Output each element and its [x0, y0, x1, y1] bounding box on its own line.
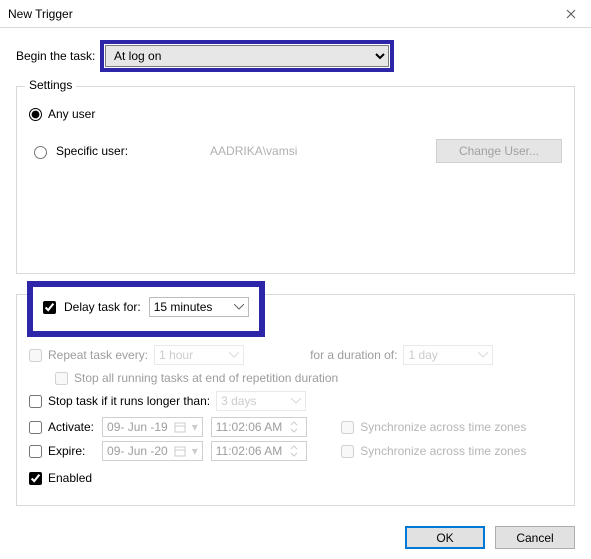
- stop-if-longer-label: Stop task if it runs longer than:: [48, 394, 210, 408]
- activate-checkbox[interactable]: [29, 421, 42, 434]
- begin-task-select[interactable]: At log on: [105, 45, 389, 67]
- activate-time-picker[interactable]: 11:02:06 AM: [211, 417, 308, 437]
- stop-if-longer-row: Stop task if it runs longer than: 3 days: [29, 391, 562, 411]
- ok-button[interactable]: OK: [405, 526, 485, 549]
- specific-user-value: AADRIKA\vamsi: [210, 144, 430, 158]
- expire-time-value: 11:02:06 AM: [216, 444, 283, 458]
- enabled-label: Enabled: [48, 471, 92, 485]
- stop-all-tasks-row: Stop all running tasks at end of repetit…: [55, 371, 562, 385]
- repeat-task-label: Repeat task every:: [48, 348, 148, 362]
- stop-all-tasks-checkbox[interactable]: [55, 372, 68, 385]
- close-button[interactable]: [551, 0, 591, 28]
- expire-sync-label: Synchronize across time zones: [360, 444, 526, 458]
- expire-time-picker[interactable]: 11:02:06 AM: [211, 441, 308, 461]
- advanced-settings-group: Delay task for: 15 minutes Repeat task e…: [16, 294, 575, 506]
- enabled-row: Enabled: [29, 471, 562, 485]
- dates-grid: Activate: 09- Jun -19 ▾ 11:02:06 AM Sync…: [29, 417, 562, 461]
- repeat-task-checkbox[interactable]: [29, 349, 42, 362]
- expire-label: Expire:: [48, 444, 85, 458]
- repeat-duration-label: for a duration of:: [310, 348, 397, 362]
- activate-sync-checkbox[interactable]: [341, 421, 354, 434]
- specific-user-radio[interactable]: [34, 146, 47, 159]
- settings-group: Settings Any user Specific user: AADRIKA…: [16, 86, 575, 274]
- spinner-icon: [286, 443, 302, 459]
- delay-task-select[interactable]: 15 minutes: [149, 297, 249, 317]
- settings-legend: Settings: [25, 78, 76, 92]
- dialog-footer: OK Cancel: [0, 516, 591, 559]
- repeat-task-row: Repeat task every: 1 hour for a duration…: [29, 345, 562, 365]
- calendar-icon: [172, 443, 188, 459]
- spinner-icon: [286, 419, 302, 435]
- activate-time-value: 11:02:06 AM: [216, 420, 283, 434]
- cancel-button[interactable]: Cancel: [495, 526, 575, 549]
- activate-label: Activate:: [48, 420, 94, 434]
- change-user-button[interactable]: Change User...: [436, 139, 562, 163]
- chevron-down-icon: ▾: [192, 444, 198, 458]
- any-user-label: Any user: [48, 107, 95, 121]
- specific-user-row: Specific user: AADRIKA\vamsi Change User…: [29, 139, 562, 163]
- delay-task-label: Delay task for:: [64, 300, 141, 314]
- stop-if-longer-select[interactable]: 3 days: [216, 391, 306, 411]
- stop-if-longer-checkbox[interactable]: [29, 395, 42, 408]
- calendar-icon: [172, 419, 188, 435]
- enabled-checkbox[interactable]: [29, 472, 42, 485]
- chevron-down-icon: ▾: [192, 420, 198, 434]
- activate-sync-label: Synchronize across time zones: [360, 420, 526, 434]
- dialog-body: Begin the task: At log on Settings Any u…: [0, 28, 591, 516]
- expire-date-picker[interactable]: 09- Jun -20 ▾: [102, 441, 203, 461]
- stop-all-tasks-label: Stop all running tasks at end of repetit…: [74, 371, 338, 385]
- titlebar: New Trigger: [0, 0, 591, 28]
- delay-highlight: Delay task for: 15 minutes: [27, 281, 265, 337]
- any-user-row: Any user: [29, 107, 562, 121]
- activate-date-value: 09- Jun -19: [107, 420, 168, 434]
- activate-date-picker[interactable]: 09- Jun -19 ▾: [102, 417, 203, 437]
- repeat-duration-select[interactable]: 1 day: [403, 345, 493, 365]
- delay-task-checkbox[interactable]: [43, 301, 56, 314]
- close-icon: [566, 9, 576, 19]
- any-user-radio[interactable]: [29, 108, 42, 121]
- begin-task-label: Begin the task:: [16, 49, 96, 63]
- begin-task-row: Begin the task: At log on: [16, 40, 575, 72]
- begin-task-highlight: At log on: [100, 40, 394, 72]
- expire-checkbox[interactable]: [29, 445, 42, 458]
- expire-sync-checkbox[interactable]: [341, 445, 354, 458]
- repeat-task-select[interactable]: 1 hour: [154, 345, 244, 365]
- window-title: New Trigger: [8, 7, 583, 21]
- expire-date-value: 09- Jun -20: [107, 444, 168, 458]
- specific-user-label: Specific user:: [56, 144, 128, 158]
